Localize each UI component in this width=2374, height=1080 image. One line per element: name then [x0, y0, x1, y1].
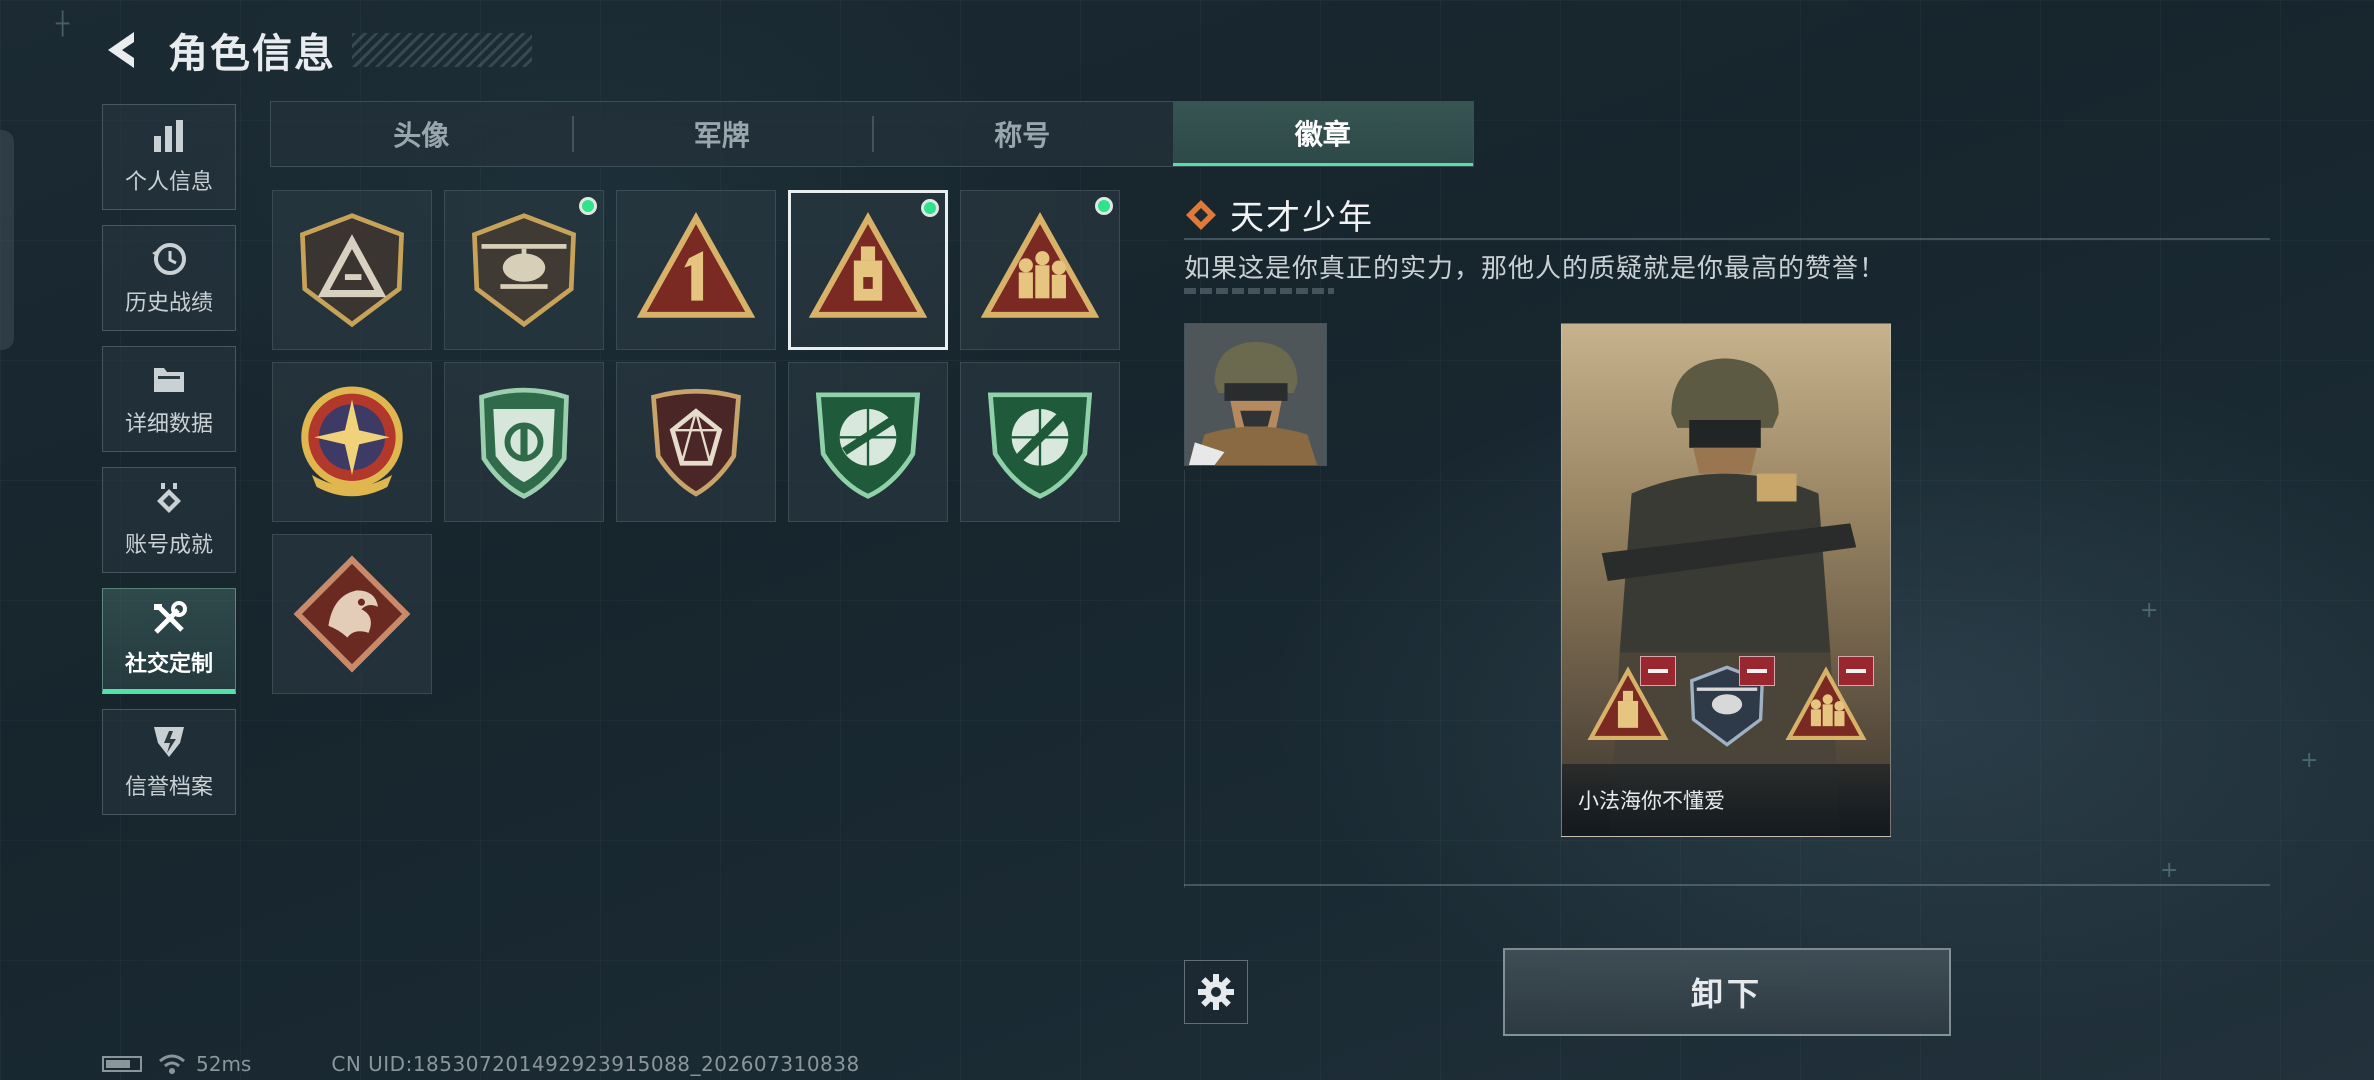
- ping-text: 52ms: [196, 1052, 252, 1076]
- equipped-badge-slots: [1586, 656, 1874, 754]
- badge-cell[interactable]: [444, 190, 604, 350]
- left-edge-handle: [0, 130, 14, 350]
- wifi-icon: [159, 1054, 185, 1074]
- tab-bar: 头像 军牌 称号 徽章: [270, 101, 1474, 167]
- remove-badge-button[interactable]: [1838, 656, 1874, 686]
- folder-icon: [154, 368, 184, 392]
- badge-cell[interactable]: [272, 190, 432, 350]
- sidebar-item-label: 历史战绩: [124, 291, 213, 316]
- tools-icon: [154, 601, 187, 634]
- badge-cell[interactable]: [788, 362, 948, 522]
- sidebar: 个人信息 历史战绩 详细数据 账号成就 社交定制 信誉档案: [102, 104, 238, 830]
- equipped-slot[interactable]: [1784, 656, 1874, 748]
- deco-crossmark: ┼: [56, 12, 70, 37]
- sidebar-item-label: 账号成就: [124, 533, 213, 558]
- remove-badge-button[interactable]: [1640, 656, 1676, 686]
- equipped-indicator: [579, 197, 597, 215]
- remove-badge-button[interactable]: [1739, 656, 1775, 686]
- tab-dogtag[interactable]: 军牌: [571, 102, 873, 166]
- tab-avatar[interactable]: 头像: [271, 102, 572, 166]
- divider: [1184, 238, 2270, 240]
- dragon-badge-icon: [293, 555, 411, 673]
- uid-text: CN UID:18530720149292391​5088_2026073108…: [331, 1052, 860, 1076]
- player-avatar[interactable]: [1184, 323, 1327, 466]
- tab-badge[interactable]: 徽章: [1172, 102, 1473, 166]
- shield-icon: [154, 727, 184, 757]
- sidebar-item-personal-info[interactable]: 个人信息: [102, 104, 236, 210]
- rifle-crest-badge-icon: [815, 392, 921, 499]
- soldier-illustration-icon: [1601, 358, 1857, 836]
- page-title: 角色信息: [168, 31, 336, 77]
- badge-title-icon: [1186, 199, 1216, 230]
- card-player-name: 小法海你不懂爱: [1578, 789, 1725, 813]
- badge-cell[interactable]: [960, 362, 1120, 522]
- badge-detail-header: 天才少年: [1184, 190, 1374, 239]
- status-bar: 52ms CN UID:18530720149292391​5088_20260…: [102, 1052, 860, 1076]
- tower-badge-icon: [809, 212, 927, 318]
- settings-button[interactable]: [1184, 960, 1248, 1024]
- equipped-indicator: [921, 199, 939, 217]
- sidebar-item-detailed-data[interactable]: 详细数据: [102, 346, 236, 452]
- back-arrow-icon[interactable]: [100, 28, 144, 72]
- tab-title[interactable]: 称号: [872, 102, 1173, 166]
- badge-cell[interactable]: [272, 534, 432, 694]
- number-one-badge-icon: [637, 212, 755, 318]
- gem-shield-badge-icon: [651, 388, 741, 497]
- badge-cell[interactable]: [272, 362, 432, 522]
- soldiers-badge-icon: [981, 212, 1099, 318]
- sidebar-item-label: 信誉档案: [124, 775, 213, 800]
- sidebar-item-label: 详细数据: [124, 412, 213, 437]
- sidebar-item-achievements[interactable]: 账号成就: [102, 467, 236, 573]
- card-name-bar: 小法海你不懂爱: [1562, 764, 1890, 836]
- green-shield-badge-icon: [479, 387, 569, 499]
- deco-crossmark: +: [2300, 748, 2319, 773]
- sidebar-item-history[interactable]: 历史战绩: [102, 225, 236, 331]
- helicopter-badge-icon: [472, 213, 576, 328]
- sidebar-item-label: 社交定制: [124, 652, 213, 677]
- divider: [1184, 884, 2270, 886]
- battery-icon: [102, 1056, 142, 1072]
- badge-description: 如果这是你真正的实力，那他人的质疑就是你最高的赞誉！: [1184, 254, 1887, 284]
- gear-icon: [1198, 974, 1234, 1010]
- player-card-preview: 小法海你不懂爱: [1561, 323, 1891, 837]
- badge-cell[interactable]: [616, 362, 776, 522]
- achievement-icon: [157, 483, 181, 513]
- badge-cell[interactable]: [444, 362, 604, 522]
- knife-crest-badge-icon: [987, 392, 1093, 499]
- badge-cell-selected[interactable]: [788, 190, 948, 350]
- triangle-logo-badge-icon: [300, 213, 404, 328]
- deco-crossmark: +: [2140, 598, 2159, 623]
- badge-grid: [272, 190, 1142, 694]
- unequip-button[interactable]: 卸下: [1503, 948, 1951, 1036]
- title-decoration: [352, 33, 532, 67]
- star-medal-badge-icon: [301, 386, 403, 497]
- equipped-slot[interactable]: [1685, 656, 1775, 748]
- sidebar-item-social-custom[interactable]: 社交定制: [102, 588, 236, 694]
- equipped-indicator: [1095, 197, 1113, 215]
- description-decoration: [1184, 288, 1334, 294]
- badge-name: 天才少年: [1230, 198, 1374, 238]
- equipped-slot[interactable]: [1586, 656, 1676, 748]
- deco-crossmark: +: [2160, 858, 2179, 883]
- sidebar-item-reputation[interactable]: 信誉档案: [102, 709, 236, 815]
- bar-chart-icon: [154, 120, 183, 152]
- badge-cell[interactable]: [960, 190, 1120, 350]
- history-icon: [152, 243, 186, 275]
- sidebar-item-label: 个人信息: [124, 170, 213, 195]
- page-header: 角色信息: [100, 20, 532, 80]
- badge-cell[interactable]: [616, 190, 776, 350]
- soldier-portrait-icon: [1185, 324, 1326, 465]
